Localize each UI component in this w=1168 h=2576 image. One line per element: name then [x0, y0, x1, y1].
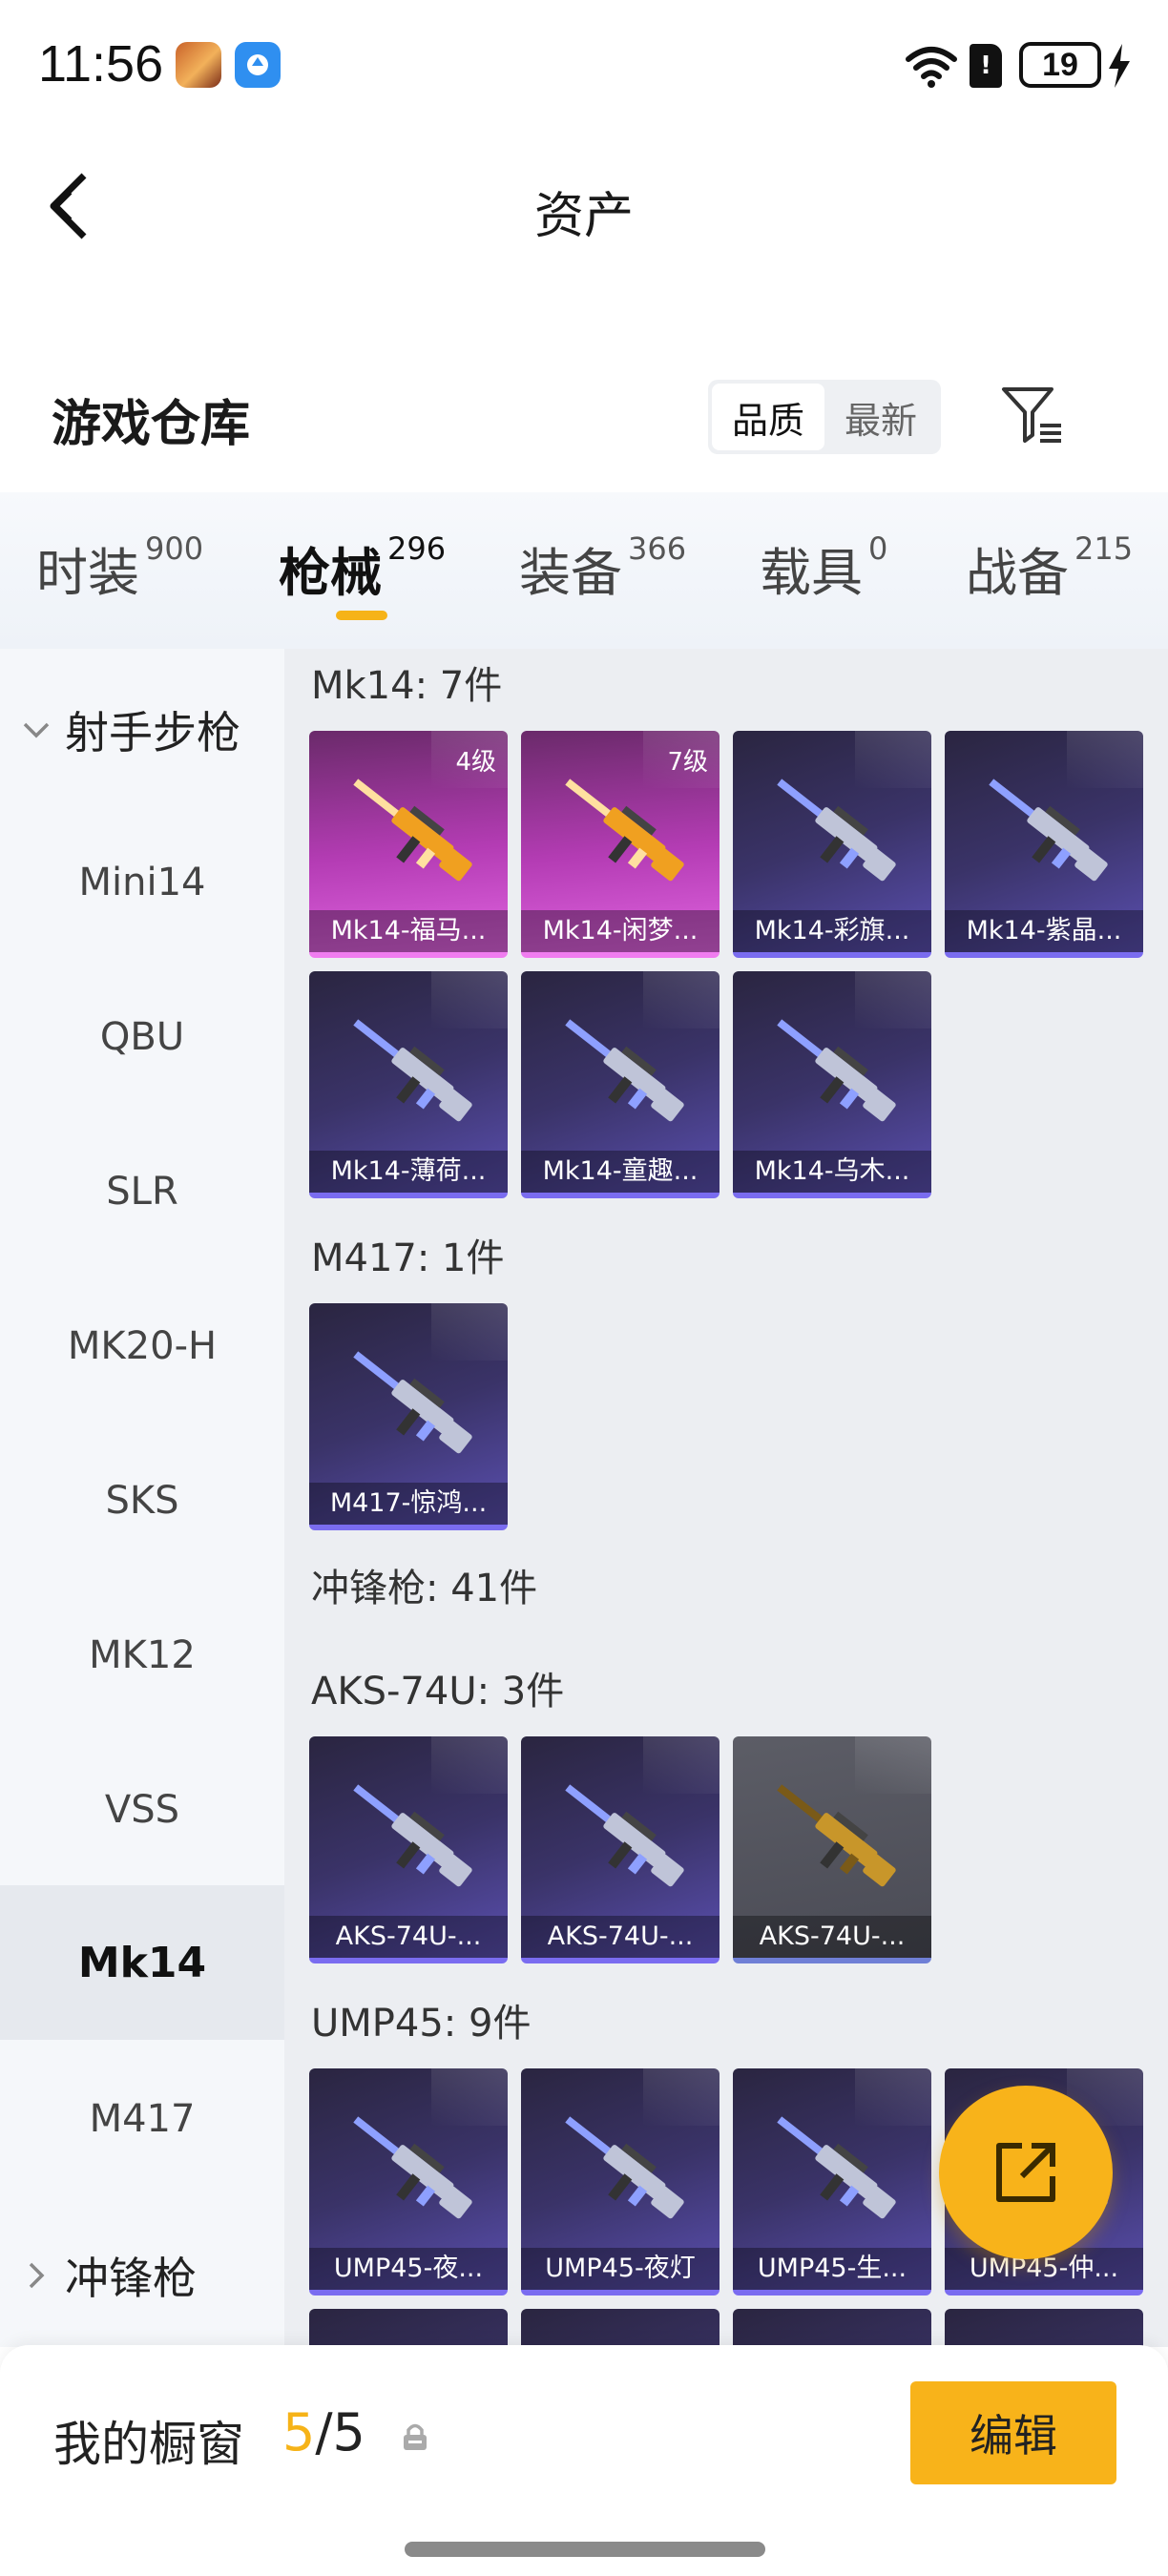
sidebar-item-sks[interactable]: SKS [0, 1423, 284, 1578]
chevron-down-icon [23, 722, 50, 738]
weapon-image-icon [565, 779, 684, 882]
warehouse-title: 游戏仓库 [52, 396, 251, 453]
weapon-image-icon [989, 779, 1108, 882]
page-title: 资产 [533, 188, 634, 245]
sidebar-group-smg[interactable]: 冲锋枪 [19, 2244, 197, 2307]
weapon-image-icon [565, 2116, 684, 2219]
sort-newest-option[interactable]: 最新 [824, 384, 937, 450]
group-label-mk14: Mk14: 7件 [311, 664, 503, 708]
card-name: AKS-74U-... [733, 1916, 931, 1958]
sidebar-item-qbu[interactable]: QBU [0, 960, 284, 1114]
weapon-image-icon [353, 1019, 472, 1122]
share-button[interactable] [939, 2086, 1113, 2259]
weapon-image-icon [353, 1351, 472, 1454]
card-level-badge: 4级 [455, 748, 496, 777]
card-name: Mk14-薄荷... [309, 1151, 508, 1193]
status-time: 11:56 [38, 35, 164, 93]
weapon-card[interactable]: 7级 Mk14-闲梦... [521, 731, 720, 958]
sidebar-group-marksman[interactable]: 射手步枪 [19, 698, 240, 761]
tab-fashion[interactable]: 时装 900 [36, 530, 203, 606]
weapon-image-icon [565, 1019, 684, 1122]
card-name: Mk14-童趣... [521, 1151, 720, 1193]
charging-icon [1109, 44, 1130, 88]
home-indicator [405, 2542, 765, 2557]
group-label-smg: 冲锋枪: 41件 [311, 1567, 538, 1610]
weapon-card[interactable]: AKS-74U-... [733, 1736, 931, 1963]
sidebar-item-vss[interactable]: VSS [0, 1733, 284, 1887]
card-name: Mk14-乌木... [733, 1151, 931, 1193]
sidebar-item-mk14[interactable]: Mk14 [0, 1885, 284, 2040]
sim-alert-icon: ! [970, 44, 1002, 88]
weapon-card[interactable] [733, 2309, 931, 2347]
weapon-card[interactable]: UMP45-夜灯 [521, 2068, 720, 2296]
showcase-label: 我的橱窗 [53, 2417, 244, 2472]
weapon-card[interactable]: Mk14-乌木... [733, 971, 931, 1198]
status-bar: 11:56 ! 19 [0, 0, 1168, 134]
tab-equipment[interactable]: 装备 366 [519, 530, 686, 606]
sidebar-item-mk20h[interactable]: MK20-H [0, 1269, 284, 1423]
weapon-card[interactable]: Mk14-薄荷... [309, 971, 508, 1198]
card-name: UMP45-夜灯 [521, 2248, 720, 2290]
sidebar-item-slr[interactable]: SLR [0, 1114, 284, 1269]
battery-indicator: 19 [1019, 42, 1101, 88]
weapon-card[interactable]: Mk14-紫晶... [945, 731, 1143, 958]
weapon-card[interactable]: UMP45-夜... [309, 2068, 508, 2296]
weapon-card[interactable]: AKS-74U-... [521, 1736, 720, 1963]
card-name: Mk14-彩旗... [733, 910, 931, 952]
chevron-right-icon [29, 2262, 45, 2289]
card-name: AKS-74U-... [309, 1916, 508, 1958]
weapon-image-icon [777, 779, 896, 882]
weapon-card[interactable] [521, 2309, 720, 2347]
weapon-card[interactable] [945, 2309, 1143, 2347]
group-label-m417: M417: 1件 [311, 1236, 505, 1280]
weapon-card[interactable] [309, 2309, 508, 2347]
weapon-image-icon [565, 1784, 684, 1887]
weapon-image-icon [353, 2116, 472, 2219]
card-name: AKS-74U-... [521, 1916, 720, 1958]
tab-supplies[interactable]: 战备 215 [966, 530, 1133, 606]
group-label-aks74u: AKS-74U: 3件 [311, 1670, 565, 1714]
card-name: UMP45-生... [733, 2248, 931, 2290]
card-name: M417-惊鸿... [309, 1483, 508, 1525]
tab-vehicles[interactable]: 载具 0 [760, 530, 887, 606]
weapon-card[interactable]: AKS-74U-... [309, 1736, 508, 1963]
group-label-ump45: UMP45: 9件 [311, 2002, 532, 2046]
wifi-icon [906, 47, 957, 88]
tab-active-indicator [336, 611, 387, 620]
showcase-count: 5/5 [282, 2402, 365, 2462]
sidebar-item-m417[interactable]: M417 [0, 2042, 284, 2196]
lock-icon [404, 2423, 427, 2450]
edit-button[interactable]: 编辑 [910, 2381, 1116, 2484]
filter-icon[interactable] [998, 382, 1065, 448]
upload-app-icon [235, 42, 281, 88]
weapon-card[interactable]: Mk14-童趣... [521, 971, 720, 1198]
card-name: Mk14-福马... [309, 910, 508, 952]
sidebar-item-mini14[interactable]: Mini14 [0, 805, 284, 960]
weapon-image-icon [777, 2116, 896, 2219]
weapon-card[interactable]: Mk14-彩旗... [733, 731, 931, 958]
card-name: Mk14-紫晶... [945, 910, 1143, 952]
sort-toggle: 品质 最新 [708, 380, 941, 454]
weapon-image-icon [353, 1784, 472, 1887]
card-name: UMP45-夜... [309, 2248, 508, 2290]
weapon-image-icon [777, 1784, 896, 1887]
weapon-card[interactable]: 4级 Mk14-福马... [309, 731, 508, 958]
game-app-icon [176, 42, 221, 88]
sort-quality-option[interactable]: 品质 [712, 384, 824, 450]
weapon-image-icon [353, 779, 472, 882]
tab-firearms[interactable]: 枪械 296 [279, 530, 446, 606]
weapon-image-icon [777, 1019, 896, 1122]
card-name: Mk14-闲梦... [521, 910, 720, 952]
sidebar-item-mk12[interactable]: MK12 [0, 1578, 284, 1733]
weapon-card[interactable]: M417-惊鸿... [309, 1303, 508, 1530]
card-level-badge: 7级 [667, 748, 708, 777]
share-icon [996, 2143, 1055, 2202]
weapon-card[interactable]: UMP45-生... [733, 2068, 931, 2296]
